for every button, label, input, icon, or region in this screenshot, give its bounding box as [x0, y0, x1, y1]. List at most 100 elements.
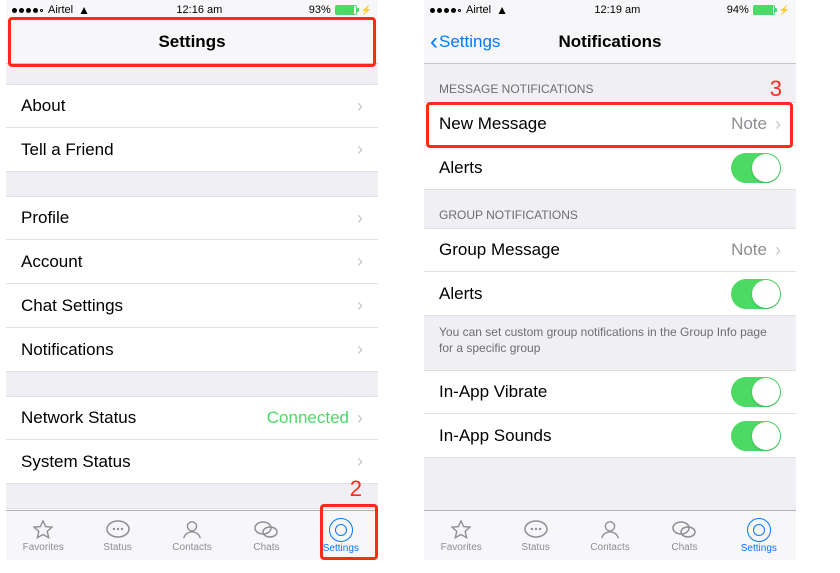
- tab-label: Favorites: [23, 542, 64, 553]
- gear-icon: [747, 518, 771, 542]
- toggle-switch[interactable]: [731, 421, 781, 451]
- back-button[interactable]: ‹ Settings: [430, 30, 500, 54]
- battery-icon: [753, 5, 775, 15]
- carrier-label: Airtel: [48, 4, 73, 16]
- chevron-right-icon: ›: [357, 451, 363, 472]
- row-label: About: [21, 96, 65, 116]
- tab-status[interactable]: Status: [498, 511, 572, 560]
- tab-contacts[interactable]: Contacts: [155, 511, 229, 560]
- toggle-switch[interactable]: [731, 279, 781, 309]
- row-label: System Status: [21, 452, 131, 472]
- row-label: Group Message: [439, 240, 560, 260]
- page-title: Settings: [158, 32, 225, 52]
- charging-icon: ⚡: [779, 5, 790, 16]
- row-message-alerts[interactable]: Alerts: [424, 146, 796, 190]
- row-detail: Connected: [267, 408, 349, 428]
- battery-percent: 94%: [727, 4, 749, 16]
- tab-chats[interactable]: Chats: [229, 511, 303, 560]
- row-about[interactable]: About ›: [6, 84, 378, 128]
- row-label: Chat Settings: [21, 296, 123, 316]
- row-label: Profile: [21, 208, 69, 228]
- clock-label: 12:19 am: [594, 4, 640, 16]
- tab-favorites[interactable]: Favorites: [6, 511, 80, 560]
- tab-label: Favorites: [441, 542, 482, 553]
- chevron-right-icon: ›: [357, 251, 363, 272]
- row-chat-settings[interactable]: Chat Settings ›: [6, 284, 378, 328]
- star-icon: [30, 519, 56, 541]
- row-tell-a-friend[interactable]: Tell a Friend ›: [6, 128, 378, 172]
- section-header: MESSAGE NOTIFICATIONS: [424, 64, 796, 102]
- tab-label: Chats: [671, 542, 697, 553]
- tab-label: Contacts: [172, 542, 211, 553]
- tab-label: Contacts: [590, 542, 629, 553]
- tab-label: Settings: [323, 543, 359, 554]
- callout-number: 3: [770, 76, 782, 102]
- contacts-icon: [597, 519, 623, 541]
- battery-percent: 93%: [309, 4, 331, 16]
- toggle-switch[interactable]: [731, 377, 781, 407]
- chevron-right-icon: ›: [357, 408, 363, 429]
- notifications-list: MESSAGE NOTIFICATIONS New Message Note ›…: [424, 64, 796, 510]
- chevron-right-icon: ›: [775, 240, 781, 261]
- settings-list: About › Tell a Friend › Profile › Accoun…: [6, 64, 378, 510]
- tab-settings[interactable]: Settings: [722, 511, 796, 560]
- settings-screen: Airtel ▲ 12:16 am 93% ⚡ Settings About ›…: [6, 0, 378, 560]
- star-icon: [448, 519, 474, 541]
- row-inapp-vibrate[interactable]: In-App Vibrate: [424, 370, 796, 414]
- navbar: ‹ Settings Notifications: [424, 20, 796, 64]
- chevron-right-icon: ›: [357, 295, 363, 316]
- row-label: Network Status: [21, 408, 136, 428]
- tab-label: Status: [103, 542, 131, 553]
- row-new-message[interactable]: New Message Note ›: [424, 102, 796, 146]
- status-icon: [523, 519, 549, 541]
- back-label: Settings: [439, 32, 500, 52]
- chevron-right-icon: ›: [357, 208, 363, 229]
- row-label: New Message: [439, 114, 547, 134]
- toggle-switch[interactable]: [731, 153, 781, 183]
- tab-bar: Favorites Status Contacts Chats Settings: [6, 510, 378, 560]
- tab-settings[interactable]: Settings: [304, 511, 378, 560]
- chats-icon: [671, 519, 697, 541]
- tab-label: Chats: [253, 542, 279, 553]
- row-account[interactable]: Account ›: [6, 240, 378, 284]
- status-bar: Airtel ▲ 12:16 am 93% ⚡: [6, 0, 378, 20]
- tab-status[interactable]: Status: [80, 511, 154, 560]
- notifications-screen: Airtel ▲ 12:19 am 94% ⚡ ‹ Settings Notif…: [424, 0, 796, 560]
- wifi-icon: ▲: [496, 3, 508, 17]
- row-network-status[interactable]: Network Status Connected ›: [6, 396, 378, 440]
- signal-dots-icon: [430, 8, 461, 13]
- charging-icon: ⚡: [361, 5, 372, 16]
- row-label: Alerts: [439, 158, 482, 178]
- row-detail: Note: [731, 240, 767, 260]
- row-label: In-App Vibrate: [439, 382, 547, 402]
- row-system-status[interactable]: System Status ›: [6, 440, 378, 484]
- row-inapp-sounds[interactable]: In-App Sounds: [424, 414, 796, 458]
- navbar: Settings: [6, 20, 378, 64]
- tab-label: Status: [521, 542, 549, 553]
- chats-icon: [253, 519, 279, 541]
- chevron-right-icon: ›: [775, 114, 781, 135]
- carrier-label: Airtel: [466, 4, 491, 16]
- callout-number: 2: [350, 476, 362, 502]
- row-notifications[interactable]: Notifications ›: [6, 328, 378, 372]
- signal-dots-icon: [12, 8, 43, 13]
- tab-contacts[interactable]: Contacts: [573, 511, 647, 560]
- chevron-right-icon: ›: [357, 139, 363, 160]
- section-header: GROUP NOTIFICATIONS: [424, 190, 796, 228]
- row-label: Notifications: [21, 340, 114, 360]
- row-group-message[interactable]: Group Message Note ›: [424, 228, 796, 272]
- chevron-right-icon: ›: [357, 96, 363, 117]
- chevron-right-icon: ›: [357, 339, 363, 360]
- row-label: Alerts: [439, 284, 482, 304]
- tab-favorites[interactable]: Favorites: [424, 511, 498, 560]
- clock-label: 12:16 am: [176, 4, 222, 16]
- battery-icon: [335, 5, 357, 15]
- section-footer: You can set custom group notifications i…: [424, 316, 796, 370]
- page-title: Notifications: [559, 32, 662, 52]
- row-profile[interactable]: Profile ›: [6, 196, 378, 240]
- tab-label: Settings: [741, 543, 777, 554]
- status-bar: Airtel ▲ 12:19 am 94% ⚡: [424, 0, 796, 20]
- row-group-alerts[interactable]: Alerts: [424, 272, 796, 316]
- tab-chats[interactable]: Chats: [647, 511, 721, 560]
- row-detail: Note: [731, 114, 767, 134]
